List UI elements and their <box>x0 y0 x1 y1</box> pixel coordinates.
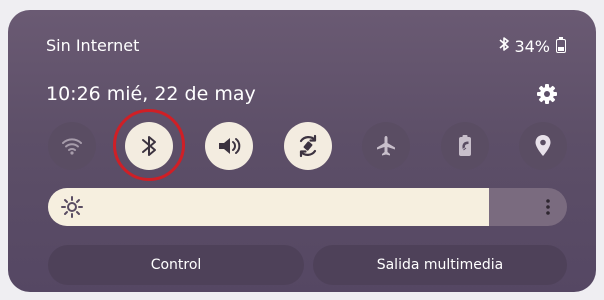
airplane-icon <box>377 136 395 156</box>
location-icon <box>535 135 551 156</box>
battery-percent: 34% <box>514 36 550 56</box>
gear-icon[interactable] <box>535 82 559 106</box>
auto-rotate-icon <box>299 134 317 158</box>
battery-saver-icon <box>459 135 471 156</box>
brightness-level-fill <box>48 188 490 226</box>
status-icons: 34% <box>498 36 566 56</box>
clock-date: 10:26 mié, 22 de may <box>46 83 256 105</box>
sun-icon <box>61 196 83 218</box>
airplane-mode-toggle[interactable] <box>362 122 410 170</box>
wifi-icon <box>62 138 82 155</box>
brightness-slider[interactable] <box>48 188 567 226</box>
battery-icon <box>556 37 566 53</box>
more-vertical-icon[interactable] <box>545 198 551 216</box>
auto-rotate-toggle[interactable] <box>284 122 332 170</box>
bluetooth-icon <box>498 36 510 56</box>
quick-toggles <box>0 122 604 172</box>
sound-toggle[interactable] <box>205 122 253 170</box>
sound-icon <box>219 138 241 154</box>
network-status: Sin Internet <box>46 36 140 55</box>
date: mié, 22 de may <box>106 83 256 105</box>
media-output-button[interactable]: Salida multimedia <box>313 245 567 285</box>
battery-saver-toggle[interactable] <box>441 122 489 170</box>
time: 10:26 <box>46 83 101 105</box>
control-button[interactable]: Control <box>48 245 304 285</box>
wifi-toggle[interactable] <box>48 122 96 170</box>
highlight-circle-annotation <box>113 109 185 181</box>
location-toggle[interactable] <box>519 122 567 170</box>
